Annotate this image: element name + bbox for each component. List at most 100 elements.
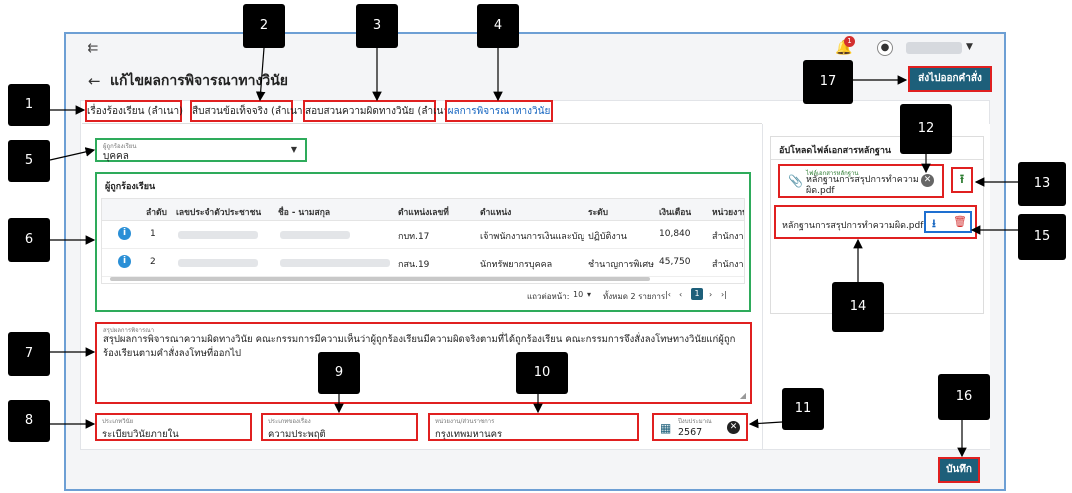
row-number: 2 xyxy=(150,257,156,267)
next-page-icon[interactable]: › xyxy=(709,290,712,299)
file-input-value: หลักฐานการสรุปการทำความผิด.pdf xyxy=(806,175,919,196)
clear-file-icon[interactable]: ✕ xyxy=(921,174,934,187)
field-label: ประเภทวินัย xyxy=(102,418,134,425)
info-icon[interactable]: i xyxy=(118,255,131,268)
respondent-table: ลำดับ เลขประจำตัวประชาชน ชื่อ - นามสกุล … xyxy=(101,198,745,284)
position-number: กบท.17 xyxy=(398,232,430,242)
position-number: กสน.19 xyxy=(398,260,430,270)
tab-disciplinary-result[interactable]: ผลการพิจารณาทางวินัย xyxy=(445,100,553,122)
column-header: ระดับ xyxy=(588,208,609,218)
callout-1: 1 xyxy=(8,84,50,126)
prev-page-icon[interactable]: ‹ xyxy=(679,290,682,299)
column-header: ชื่อ - นามสกุล xyxy=(278,208,331,218)
table-row[interactable]: i 1 กบท.17 เจ้าพนักงานการเงินและบัญชี ปฏ… xyxy=(102,221,744,249)
level: ปฏิบัติงาน xyxy=(588,232,627,242)
first-page-icon[interactable]: |‹ xyxy=(665,290,671,299)
callout-4: 4 xyxy=(477,4,519,48)
callout-2: 2 xyxy=(243,4,285,48)
callout-12: 12 xyxy=(900,104,952,154)
calendar-icon[interactable]: ▦ xyxy=(660,421,671,435)
paperclip-icon: 📎 xyxy=(788,174,803,188)
current-page[interactable]: 1 xyxy=(691,288,703,300)
table-caption: ผู้ถูกร้องเรียน xyxy=(105,182,156,192)
callout-8: 8 xyxy=(8,400,50,442)
user-avatar-icon[interactable]: ● xyxy=(877,40,893,56)
tab-disciplinary-investigation[interactable]: สอบสวนความผิดทางวินัย (ลำเนา) xyxy=(303,100,453,122)
column-header: ตำแหน่ง xyxy=(480,208,512,218)
field-label: ประเภทของเรื่อง xyxy=(268,418,311,425)
callout-7: 7 xyxy=(8,332,50,376)
total-count: ทั้งหมด 2 รายการ xyxy=(603,292,666,301)
chevron-down-icon: ▼ xyxy=(290,145,297,154)
summary-textarea[interactable]: สรุปผลการพิจารณา สรุปผลการพิจารณาความผิด… xyxy=(95,322,752,404)
callout-15: 15 xyxy=(1018,214,1066,260)
callout-5: 5 xyxy=(8,140,50,182)
field-value: กรุงเทพมหานคร xyxy=(435,429,503,440)
callout-17: 17 xyxy=(803,60,853,104)
last-page-icon[interactable]: ›| xyxy=(721,290,727,299)
column-header: ตำแหน่งเลขที่ xyxy=(398,208,449,218)
row-number: 1 xyxy=(150,229,156,239)
uploaded-file-name[interactable]: หลักฐานการสรุปการทำความผิด.pdf xyxy=(782,218,923,232)
summary-text: สรุปผลการพิจารณาความผิดทางวินัย คณะกรรมก… xyxy=(103,334,736,359)
callout-3: 3 xyxy=(356,4,398,48)
info-icon[interactable]: i xyxy=(118,227,131,240)
notification-badge: 1 xyxy=(844,36,855,47)
agency-field[interactable]: หน่วยงาน/ส่วนราชการ กรุงเทพมหานคร xyxy=(428,413,639,441)
collapse-menu-icon[interactable]: ⇇ xyxy=(82,38,104,60)
discipline-type-field[interactable]: ประเภทวินัย ระเบียบวินัยภายใน xyxy=(95,413,252,441)
upload-header: อัปโหลดไฟล์เอกสารหลักฐาน xyxy=(779,146,892,156)
masked-name xyxy=(280,231,350,239)
chevron-down-icon[interactable]: ▾ xyxy=(587,290,591,299)
field-value: ระเบียบวินัยภายใน xyxy=(102,429,179,440)
clear-icon[interactable]: ✕ xyxy=(727,421,740,434)
file-actions: ⭳ 🗑 xyxy=(924,211,972,233)
budget-year-picker[interactable]: ▦ ปีงบประมาณ 2567 ✕ xyxy=(652,413,748,441)
callout-6: 6 xyxy=(8,218,50,262)
callout-14: 14 xyxy=(832,282,884,332)
complaint-type-field[interactable]: ประเภทของเรื่อง ความประพฤติ xyxy=(261,413,418,441)
field-label: ปีงบประมาณ xyxy=(678,418,712,425)
table-row[interactable]: i 2 กสน.19 นักทรัพยากรบุคคล ชำนาญการพิเศ… xyxy=(102,249,744,277)
position: เจ้าพนักงานการเงินและบัญชี xyxy=(480,232,584,242)
horizontal-scrollbar[interactable] xyxy=(110,277,650,281)
rows-per-page-label: แถวต่อหน้า: xyxy=(527,292,570,301)
masked-id xyxy=(178,259,258,267)
upload-icon[interactable]: ⭱ xyxy=(951,167,973,193)
tab-fact-finding[interactable]: สืบสวนข้อเท็จจริง (ลำเนา) xyxy=(190,100,306,122)
complainant-type-select[interactable]: ผู้ถูกร้องเรียน บุคคล ▼ xyxy=(95,138,307,162)
back-arrow-icon[interactable]: ← xyxy=(88,72,101,90)
callout-11: 11 xyxy=(782,388,824,430)
resize-handle-icon[interactable]: ◢ xyxy=(740,391,746,400)
unit: สำนักงาน xyxy=(712,260,744,270)
field-value: 2567 xyxy=(678,427,703,438)
callout-13: 13 xyxy=(1018,162,1066,206)
save-button[interactable]: บันทึก xyxy=(938,457,980,483)
salary: 10,840 xyxy=(659,229,691,239)
column-header: เลขประจำตัวประชาชน xyxy=(176,208,262,218)
table-header: ลำดับ เลขประจำตัวประชาชน ชื่อ - นามสกุล … xyxy=(102,199,745,221)
trash-icon[interactable]: 🗑 xyxy=(953,215,967,228)
salary: 45,750 xyxy=(659,257,691,267)
tab-divider xyxy=(82,123,762,124)
chevron-down-icon[interactable]: ▼ xyxy=(966,42,973,52)
unit: สำนักงาน xyxy=(712,232,744,242)
bell-icon[interactable]: 🔔 1 xyxy=(835,36,855,58)
field-value: ความประพฤติ xyxy=(268,429,326,440)
uploaded-file-item: หลักฐานการสรุปการทำความผิด.pdf ⭳ 🗑 xyxy=(774,205,977,239)
divider xyxy=(771,159,983,160)
column-header: หน่วยงาน xyxy=(712,208,745,218)
download-icon[interactable]: ⭳ xyxy=(932,215,936,234)
field-label: หน่วยงาน/ส่วนราชการ xyxy=(435,418,495,425)
callout-9: 9 xyxy=(318,352,360,394)
select-value: บุคคล xyxy=(103,151,129,162)
send-order-button[interactable]: ส่งไปออกคำสั่ง xyxy=(908,66,992,92)
tab-complaint[interactable]: เรื่องร้องเรียน (ลำเนา) xyxy=(85,100,183,122)
callout-16: 16 xyxy=(938,374,990,420)
user-name[interactable] xyxy=(906,42,962,54)
respondent-table-section: ผู้ถูกร้องเรียน ลำดับ เลขประจำตัวประชาชน… xyxy=(95,172,751,312)
column-header: ลำดับ xyxy=(146,208,167,218)
masked-name xyxy=(280,259,390,267)
evidence-file-input[interactable]: 📎 ไฟล์เอกสารหลักฐาน หลักฐานการสรุปการทำค… xyxy=(778,164,944,198)
rows-per-page-select[interactable]: 10 xyxy=(573,290,583,299)
